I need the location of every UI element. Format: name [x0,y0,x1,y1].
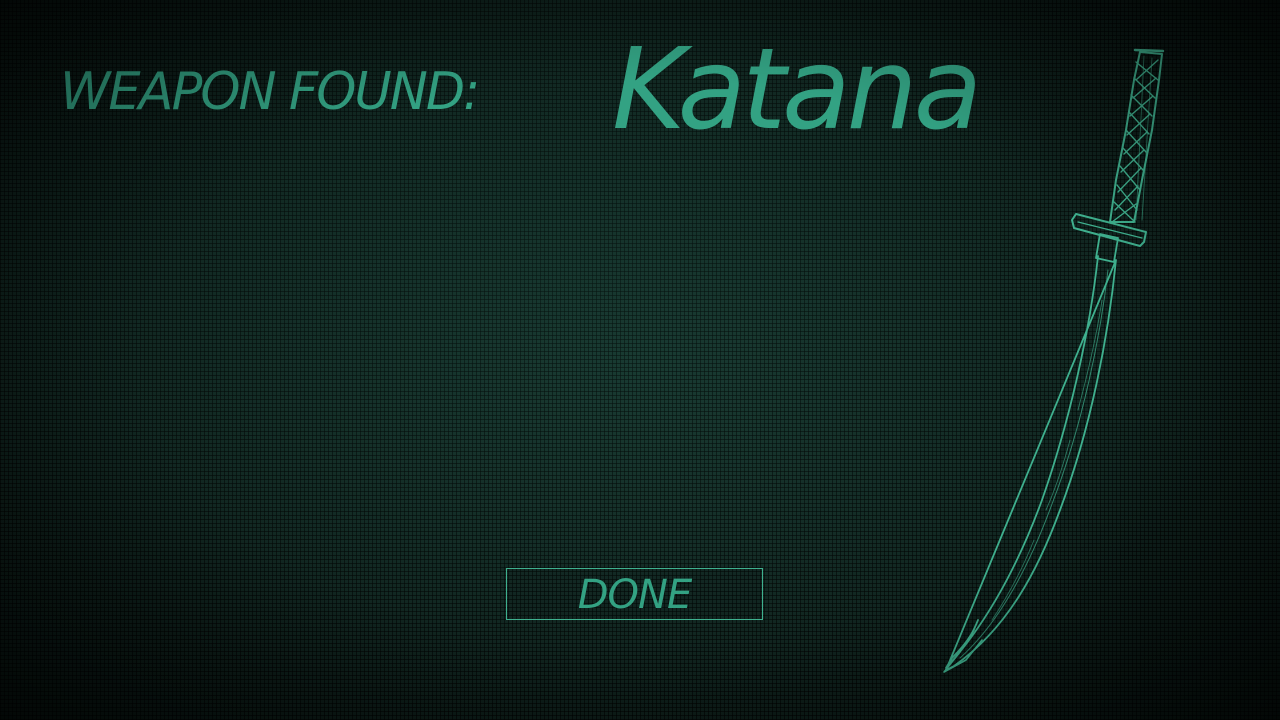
weapon-found-heading: WEAPON FOUND: [60,62,480,122]
weapon-name-title: Katana [612,25,982,155]
katana-icon [943,48,1165,673]
done-button-label: DONE [577,572,692,618]
done-button[interactable]: DONE [506,568,763,620]
weapon-found-screen: WEAPON FOUND: Katana DONE [0,0,1280,720]
